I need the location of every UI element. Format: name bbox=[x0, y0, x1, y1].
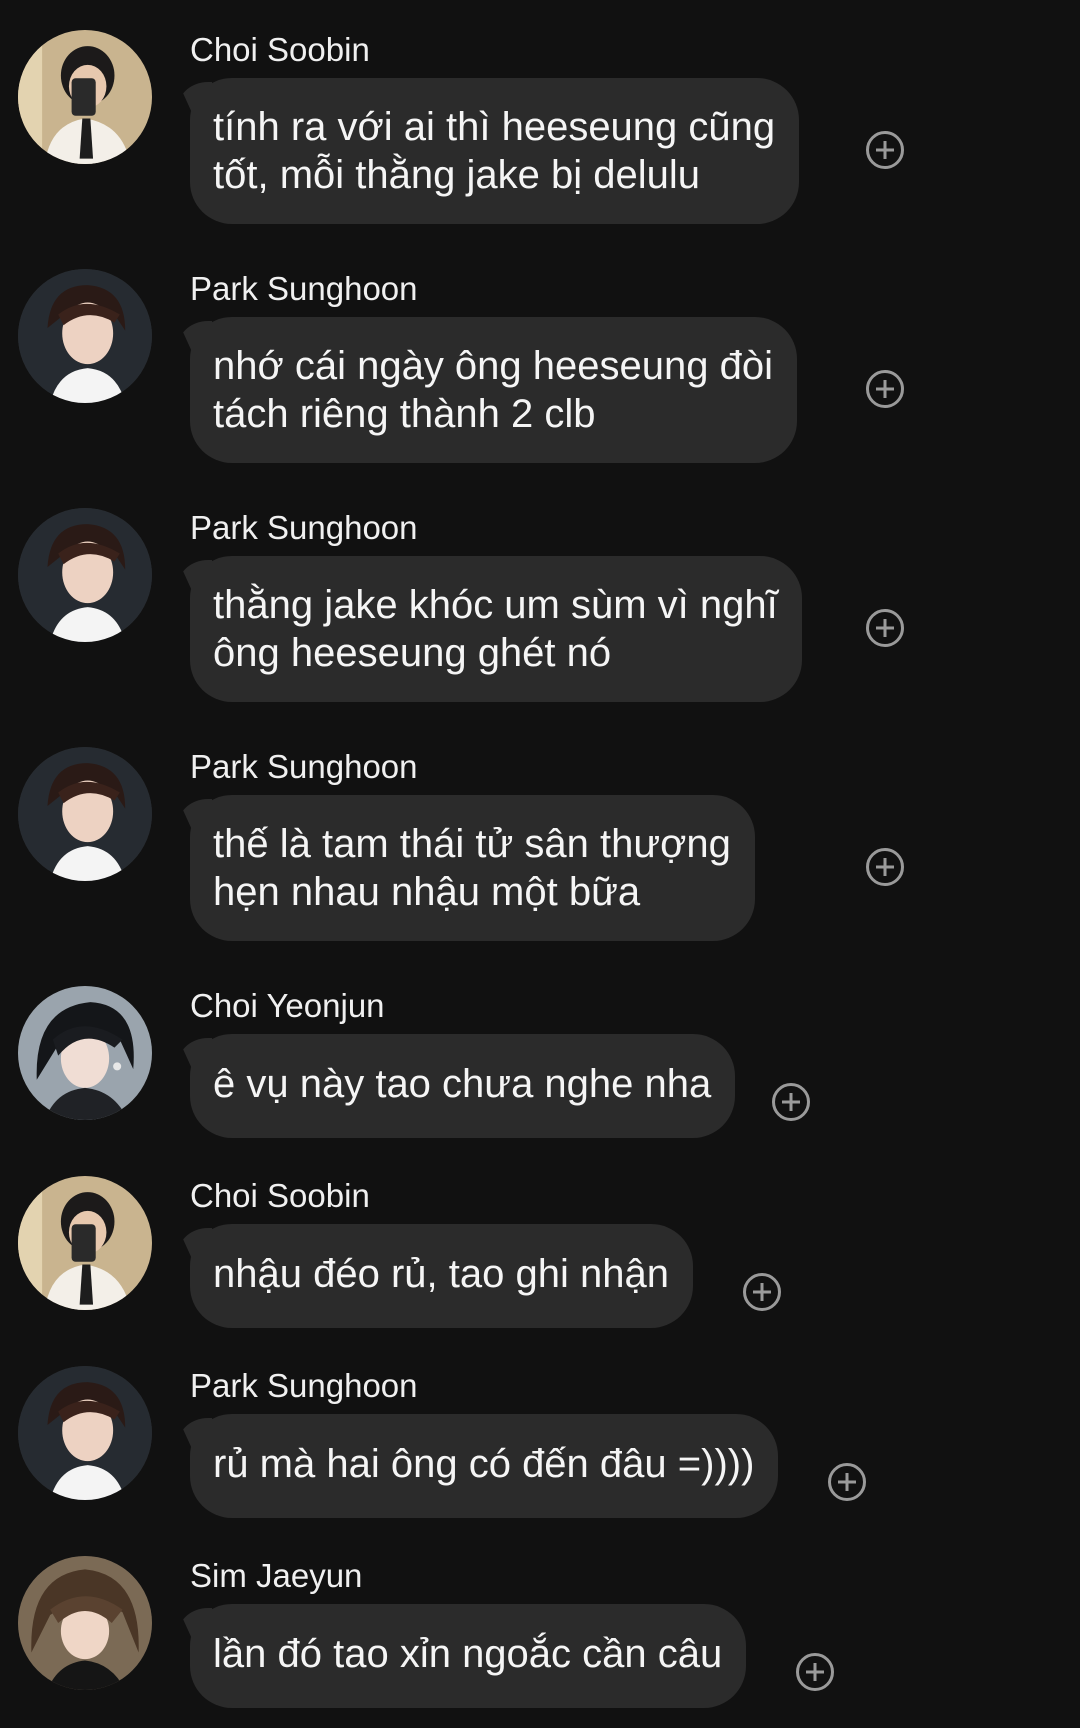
message-text: lần đó tao xỉn ngoắc cần câu bbox=[213, 1632, 723, 1676]
sender-name: Sim Jaeyun bbox=[190, 1557, 363, 1594]
sender-name: Park Sunghoon bbox=[190, 509, 418, 546]
message-bubble[interactable]: thằng jake khóc um sùm vì nghĩ ông heese… bbox=[190, 556, 802, 702]
avatar[interactable] bbox=[18, 1366, 152, 1500]
avatar[interactable] bbox=[18, 747, 152, 881]
message-text: tính ra với ai thì heeseung cũng bbox=[213, 105, 776, 149]
message-bubble[interactable]: lần đó tao xỉn ngoắc cần câu bbox=[190, 1604, 747, 1708]
add-reaction-icon[interactable] bbox=[772, 1083, 810, 1121]
sender-name: Choi Soobin bbox=[190, 31, 370, 68]
message-text: nhậu đéo rủ, tao ghi nhận bbox=[213, 1252, 669, 1296]
add-reaction-icon[interactable] bbox=[743, 1273, 781, 1311]
chat-thread: Choi Soobin tính ra với ai thì heeseung … bbox=[0, 0, 1080, 1728]
message-text: ông heeseung ghét nó bbox=[213, 631, 612, 675]
avatar[interactable] bbox=[18, 1556, 152, 1690]
message-bubble[interactable]: ê vụ này tao chưa nghe nha bbox=[190, 1034, 736, 1138]
message-text: thằng jake khóc um sùm vì nghĩ bbox=[213, 583, 778, 627]
message-text: nhớ cái ngày ông heeseung đòi bbox=[213, 344, 773, 388]
message-text: thế là tam thái tử sân thượng bbox=[213, 822, 731, 866]
avatar[interactable] bbox=[18, 986, 152, 1120]
message-text: ê vụ này tao chưa nghe nha bbox=[213, 1062, 712, 1106]
message-text: tách riêng thành 2 clb bbox=[213, 392, 596, 436]
sender-name: Choi Yeonjun bbox=[190, 987, 385, 1024]
sender-name: Park Sunghoon bbox=[190, 270, 418, 307]
message-bubble[interactable]: thế là tam thái tử sân thượng hẹn nhau n… bbox=[190, 795, 755, 941]
add-reaction-icon[interactable] bbox=[866, 131, 904, 169]
message-bubble[interactable]: nhớ cái ngày ông heeseung đòi tách riêng… bbox=[190, 317, 797, 463]
sender-name: Park Sunghoon bbox=[190, 1367, 418, 1404]
add-reaction-icon[interactable] bbox=[796, 1653, 834, 1691]
message-bubble[interactable]: rủ mà hai ông có đến đâu =)))) bbox=[190, 1414, 779, 1518]
add-reaction-icon[interactable] bbox=[866, 609, 904, 647]
message-text: rủ mà hai ông có đến đâu =)))) bbox=[213, 1442, 755, 1486]
add-reaction-icon[interactable] bbox=[828, 1463, 866, 1501]
avatar[interactable] bbox=[18, 1176, 152, 1310]
message-bubble[interactable]: tính ra với ai thì heeseung cũng tốt, mỗ… bbox=[190, 78, 800, 224]
message-text: hẹn nhau nhậu một bữa bbox=[213, 870, 641, 914]
sender-name: Park Sunghoon bbox=[190, 748, 418, 785]
add-reaction-icon[interactable] bbox=[866, 370, 904, 408]
message-text: tốt, mỗi thằng jake bị delulu bbox=[213, 153, 700, 197]
message-bubble[interactable]: nhậu đéo rủ, tao ghi nhận bbox=[190, 1224, 693, 1328]
avatar[interactable] bbox=[18, 269, 152, 403]
avatar[interactable] bbox=[18, 30, 152, 164]
add-reaction-icon[interactable] bbox=[866, 848, 904, 886]
sender-name: Choi Soobin bbox=[190, 1177, 370, 1214]
avatar[interactable] bbox=[18, 508, 152, 642]
